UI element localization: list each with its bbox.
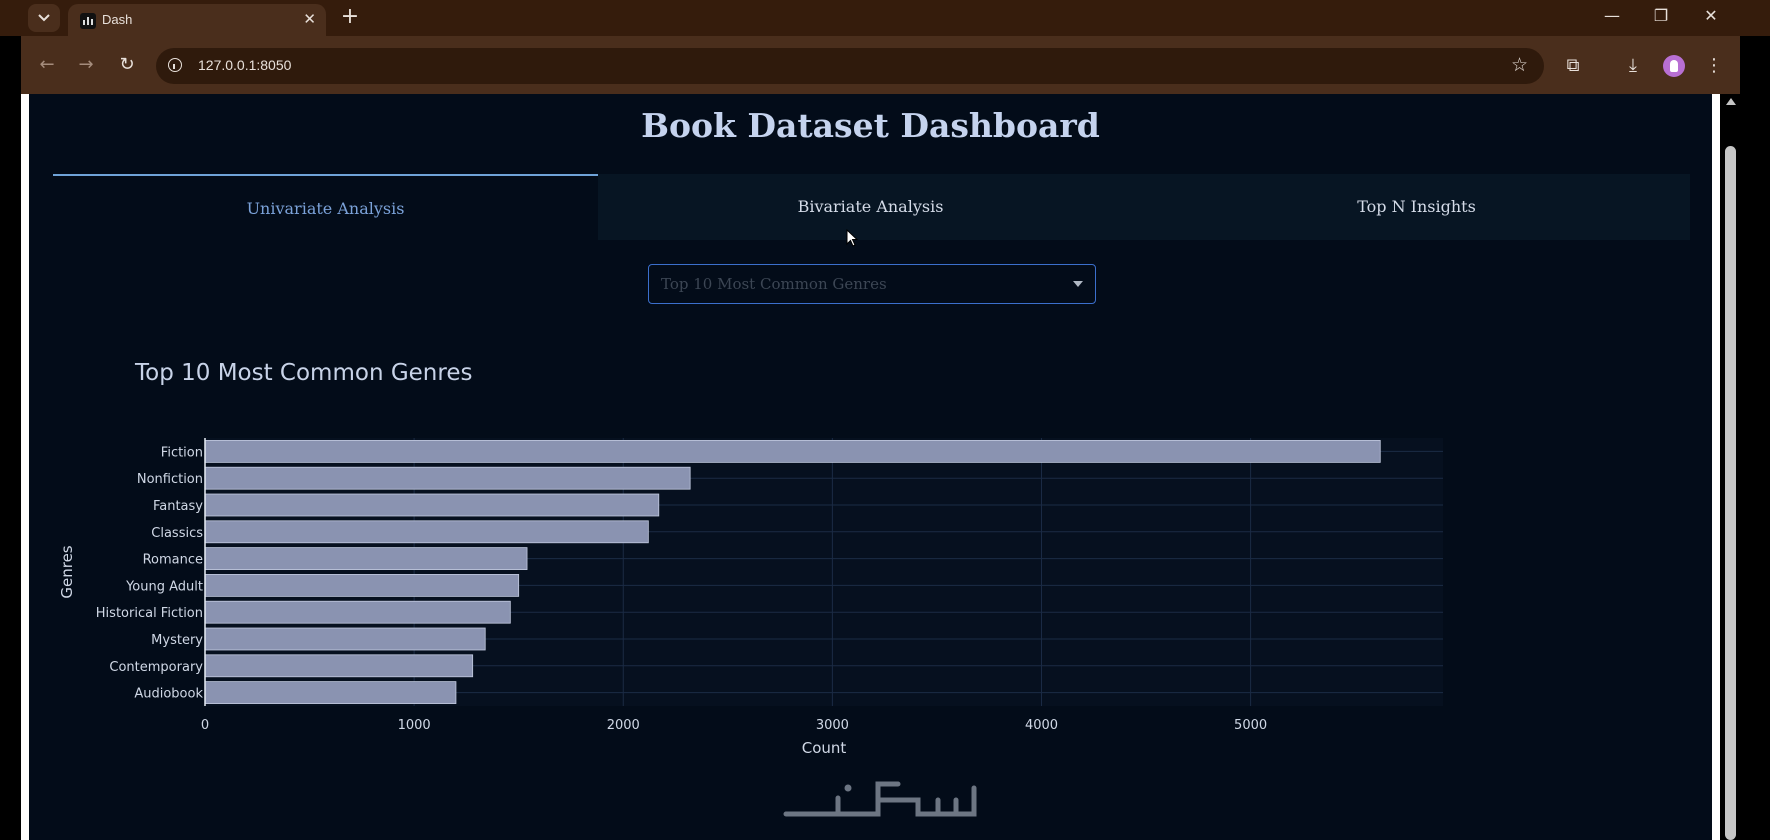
bar-fantasy (204, 493, 660, 517)
bar-historical-fiction (204, 600, 511, 624)
url-text[interactable]: 127.0.0.1:8050 (198, 57, 291, 73)
restore-button[interactable]: ❐ (1641, 6, 1681, 25)
page-border-left (21, 94, 29, 840)
minimize-button[interactable]: — (1592, 6, 1632, 25)
page-border-right (1712, 94, 1720, 840)
analysis-tabs: Univariate Analysis Bivariate Analysis T… (53, 174, 1690, 240)
y-tick-label: Fantasy (153, 499, 203, 514)
bar-fiction (204, 440, 1381, 463)
mouse-cursor-icon (846, 229, 859, 247)
y-tick-label: Historical Fiction (96, 606, 203, 621)
site-info-icon[interactable] (168, 58, 182, 72)
page-title: Book Dataset Dashboard (641, 106, 1100, 145)
bar-romance (204, 547, 528, 570)
chart-title: Top 10 Most Common Genres (135, 360, 473, 386)
x-tick-label: 3000 (816, 718, 849, 733)
reload-icon[interactable]: ↻ (116, 54, 138, 76)
x-axis-title: Count (802, 739, 847, 757)
menu-kebab-icon[interactable]: ⋮ (1702, 54, 1726, 78)
bar-nonfiction (204, 466, 691, 490)
bar-young-adult (204, 574, 520, 597)
download-icon[interactable]: ⤓ (1621, 54, 1645, 78)
profile-avatar[interactable] (1663, 55, 1685, 77)
x-tick-label: 1000 (398, 718, 431, 733)
x-tick-label: 0 (201, 718, 209, 733)
browser-tab-strip: Dash ✕ + — ❐ ✕ (0, 0, 1770, 36)
bookmark-star-icon[interactable]: ☆ (1511, 54, 1528, 76)
tab-search-button[interactable] (28, 4, 60, 32)
chevron-down-icon (38, 14, 50, 22)
genre-bar-chart: 0 1000 2000 3000 4000 5000 Fiction Nonfiction Fa… (58, 438, 1443, 757)
bar-contemporary (204, 654, 474, 678)
dropdown-caret-icon[interactable] (1073, 281, 1083, 287)
y-tick-label: Nonfiction (137, 472, 203, 487)
x-tick-label: 2000 (607, 718, 640, 733)
x-tick-label: 5000 (1234, 718, 1267, 733)
address-bar[interactable]: 127.0.0.1:8050 ☆ (156, 48, 1544, 84)
tab-univariate-analysis[interactable]: Univariate Analysis (53, 174, 598, 240)
y-tick-label: Contemporary (109, 660, 203, 675)
tab-title: Dash (102, 12, 133, 27)
y-tick-label: Young Adult (125, 579, 203, 594)
x-tick-label: 4000 (1025, 718, 1058, 733)
y-tick-label: Romance (143, 553, 203, 568)
bar-audiobook (204, 681, 457, 704)
y-tick-label: Mystery (151, 633, 203, 648)
y-tick-label: Fiction (161, 445, 203, 460)
dropdown-selected-value: Top 10 Most Common Genres (661, 275, 887, 293)
extensions-icon[interactable]: ⧉ (1561, 54, 1585, 78)
tab-bivariate-analysis[interactable]: Bivariate Analysis (598, 174, 1143, 240)
back-arrow-icon[interactable]: ← (36, 54, 58, 76)
bar-classics (204, 520, 649, 544)
y-tick-label: Audiobook (134, 687, 203, 702)
scrollbar-thumb[interactable] (1725, 146, 1736, 840)
y-tick-label: Classics (151, 526, 203, 541)
forward-arrow-icon[interactable]: → (75, 54, 97, 76)
browser-tab[interactable]: Dash ✕ (68, 4, 326, 36)
watermark-logo (783, 781, 977, 817)
tab-top-n-insights[interactable]: Top N Insights (1143, 174, 1690, 240)
new-tab-button[interactable]: + (338, 4, 362, 30)
y-axis-title: Genres (58, 545, 76, 598)
chart-select-dropdown[interactable]: Top 10 Most Common Genres (648, 264, 1096, 304)
close-tab-icon[interactable]: ✕ (303, 10, 316, 28)
dash-favicon-icon (80, 13, 96, 29)
bar-mystery (204, 627, 486, 651)
window-close-button[interactable]: ✕ (1691, 6, 1731, 25)
scroll-up-arrow[interactable] (1726, 98, 1736, 105)
